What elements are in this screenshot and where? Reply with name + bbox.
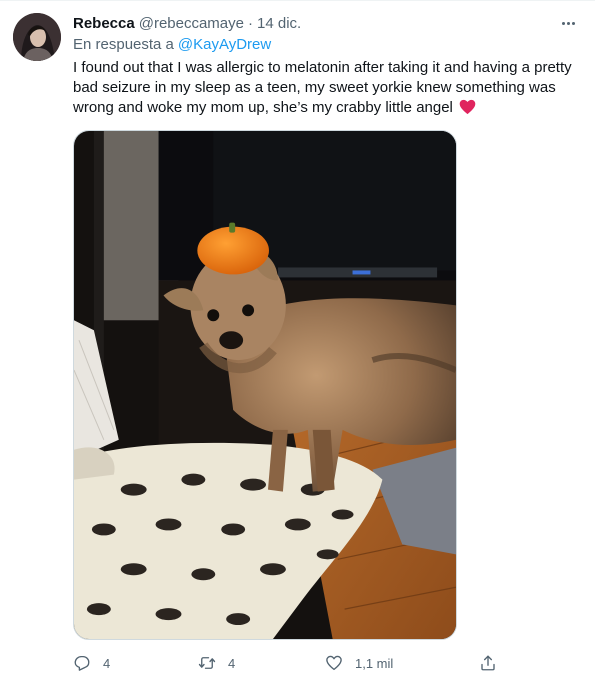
tweet-text: I found out that I was allergic to melat… [73,59,572,116]
tweet-header: Rebecca @rebeccamaye · 14 dic. [73,13,301,33]
share-button[interactable] [479,652,497,674]
timestamp[interactable]: 14 dic. [257,15,301,32]
reply-prefix: En respuesta a [73,36,174,53]
like-count: 1,1 mil [355,655,394,671]
tweet-photo[interactable] [73,130,457,640]
red-heart-icon [459,99,476,121]
retweet-count: 4 [228,655,236,671]
tweet[interactable]: Rebecca @rebeccamaye · 14 dic. En respue… [0,0,595,685]
reply-icon [73,654,91,672]
more-icon[interactable] [557,12,579,34]
tweet-text-block: I found out that I was allergic to melat… [73,58,578,121]
separator: · [248,14,253,32]
divider [0,0,595,1]
reply-button[interactable]: 4 [73,652,110,674]
reply-context: En respuesta a @KayAyDrew [73,36,271,53]
share-icon [479,654,497,672]
retweet-icon [198,654,216,672]
retweet-button[interactable]: 4 [198,652,235,674]
author-handle[interactable]: @rebeccamaye [139,15,244,32]
like-button[interactable]: 1,1 mil [325,652,393,674]
reply-to-link[interactable]: @KayAyDrew [178,36,271,53]
avatar[interactable] [13,13,61,61]
reply-count: 4 [103,655,111,671]
tweet-actions: 4 4 1,1 mil [73,652,503,674]
author-name[interactable]: Rebecca [73,15,135,32]
like-icon [325,654,343,672]
